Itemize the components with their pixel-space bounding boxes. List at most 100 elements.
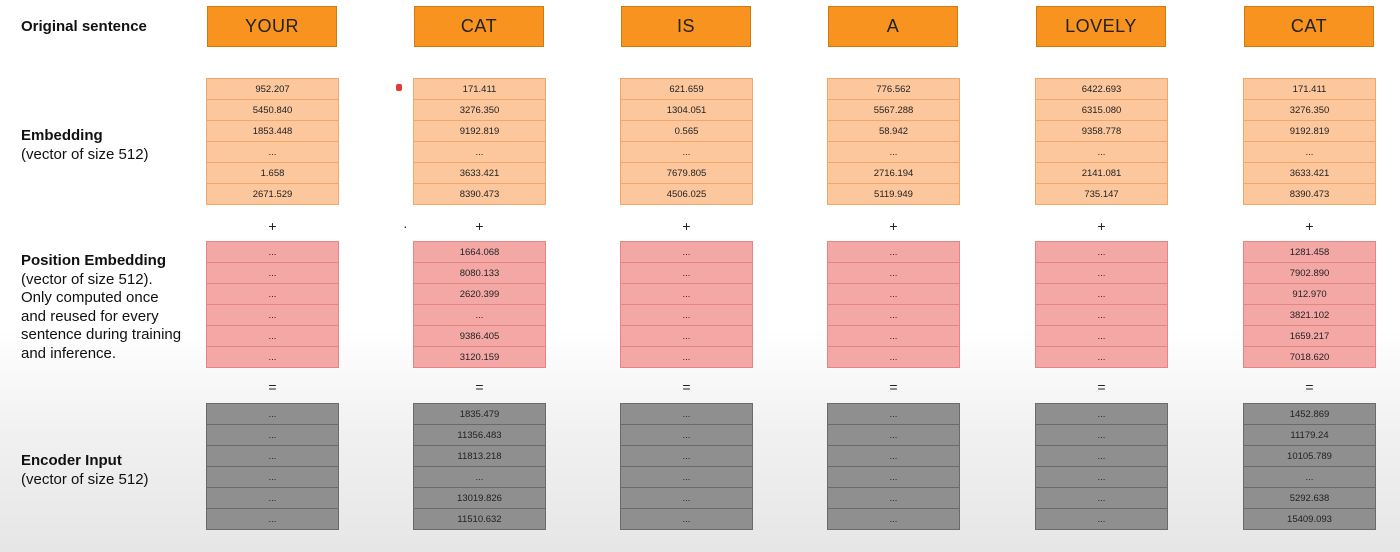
- embedding-cell: 7679.805: [620, 162, 753, 184]
- embedding-cell: ...: [206, 141, 339, 163]
- equals-operator: =: [1097, 379, 1106, 395]
- encoder-cell: 11179.24: [1243, 424, 1376, 446]
- encoder-cell: ...: [620, 445, 753, 467]
- embedding-cell: 1304.051: [620, 99, 753, 121]
- label-embedding-title: Embedding: [21, 127, 103, 144]
- position-vector: ..................: [620, 241, 753, 368]
- position-cell: 912.970: [1243, 283, 1376, 305]
- encoder-cell: ...: [206, 403, 339, 425]
- word-token-box: IS: [621, 6, 751, 47]
- embedding-cell: 3276.350: [413, 99, 546, 121]
- position-cell: ...: [620, 304, 753, 326]
- embedding-cell: 3633.421: [413, 162, 546, 184]
- label-embedding: Embedding (vector of size 512): [21, 127, 149, 164]
- embedding-cell: 1.658: [206, 162, 339, 184]
- embedding-cell: 6315.080: [1035, 99, 1168, 121]
- position-cell: 2620.399: [413, 283, 546, 305]
- embedding-cell: 171.411: [1243, 78, 1376, 100]
- encoder-cell: ...: [620, 424, 753, 446]
- encoder-cell: ...: [206, 424, 339, 446]
- position-cell: ...: [1035, 304, 1168, 326]
- position-cell: ...: [827, 241, 960, 263]
- word-token-box: A: [828, 6, 958, 47]
- label-encoder-subtitle: (vector of size 512): [21, 470, 149, 488]
- position-cell: ...: [1035, 325, 1168, 347]
- position-cell: ...: [620, 325, 753, 347]
- position-vector: ..................: [206, 241, 339, 368]
- position-cell: ...: [206, 325, 339, 347]
- embedding-cell: 5567.288: [827, 99, 960, 121]
- encoder-cell: ...: [1035, 487, 1168, 509]
- embedding-cell: ...: [1243, 141, 1376, 163]
- embedding-cell: 2671.529: [206, 183, 339, 205]
- embedding-vector: 776.562 5567.288 58.942... 2716.194 5119.949: [827, 78, 960, 205]
- word-token-box: CAT: [1244, 6, 1374, 47]
- equals-operator: =: [889, 379, 898, 395]
- encoder-cell: ...: [206, 487, 339, 509]
- position-vector: 1664.068 8080.133 2620.399... 9386.405 3120.…: [413, 241, 546, 368]
- position-cell: ...: [1035, 262, 1168, 284]
- equals-operator: =: [1305, 379, 1314, 395]
- embedding-cell: 735.147: [1035, 183, 1168, 205]
- position-cell: ...: [1035, 241, 1168, 263]
- embedding-cell: 2716.194: [827, 162, 960, 184]
- embedding-cell: 4506.025: [620, 183, 753, 205]
- position-vector: ..................: [827, 241, 960, 368]
- position-cell: ...: [620, 346, 753, 368]
- encoder-cell: ...: [620, 487, 753, 509]
- plus-operator: +: [889, 218, 898, 234]
- plus-operator: +: [682, 218, 691, 234]
- position-cell: 7018.620: [1243, 346, 1376, 368]
- label-position-embedding: Position Embedding (vector of size 512).…: [21, 252, 186, 363]
- position-cell: 8080.133: [413, 262, 546, 284]
- encoder-cell: ...: [1035, 424, 1168, 446]
- encoder-cell: 5292.638: [1243, 487, 1376, 509]
- embedding-cell: 3276.350: [1243, 99, 1376, 121]
- label-encoder-title: Encoder Input: [21, 452, 122, 469]
- encoder-cell: 15409.093: [1243, 508, 1376, 530]
- embedding-vector: 6422.693 6315.080 9358.778... 2141.081 735.1…: [1035, 78, 1168, 205]
- embedding-cell: ...: [1035, 141, 1168, 163]
- embedding-cell: 5450.840: [206, 99, 339, 121]
- equals-operator: =: [268, 379, 277, 395]
- position-cell: ...: [827, 262, 960, 284]
- position-cell: ...: [206, 262, 339, 284]
- embedding-cell: 5119.949: [827, 183, 960, 205]
- encoder-cell: ...: [1243, 466, 1376, 488]
- position-cell: ...: [827, 346, 960, 368]
- encoder-cell: ...: [827, 424, 960, 446]
- embedding-cell: 8390.473: [413, 183, 546, 205]
- encoder-cell: 11510.632: [413, 508, 546, 530]
- label-embedding-subtitle: (vector of size 512): [21, 145, 149, 163]
- position-cell: 3120.159: [413, 346, 546, 368]
- embedding-cell: 9192.819: [1243, 120, 1376, 142]
- embedding-cell: 9192.819: [413, 120, 546, 142]
- position-cell: ...: [206, 283, 339, 305]
- position-cell: ...: [827, 325, 960, 347]
- position-cell: ...: [1035, 346, 1168, 368]
- embedding-cell: 621.659: [620, 78, 753, 100]
- encoder-vector: ..................: [206, 403, 339, 530]
- label-original-sentence-title: Original sentence: [21, 18, 147, 35]
- position-cell: 7902.890: [1243, 262, 1376, 284]
- position-vector: 1281.458 7902.890 912.970 3821.102 1659.217 7…: [1243, 241, 1376, 368]
- encoder-cell: ...: [206, 466, 339, 488]
- equals-operator: =: [475, 379, 484, 395]
- encoder-vector: 1452.869 11179.24 10105.789... 5292.638 1540…: [1243, 403, 1376, 530]
- position-cell: ...: [1035, 283, 1168, 305]
- encoder-vector: ..................: [1035, 403, 1168, 530]
- label-original-sentence: Original sentence: [21, 18, 147, 37]
- word-token-box: LOVELY: [1036, 6, 1166, 47]
- plus-operator: +: [475, 218, 484, 234]
- encoder-cell: 10105.789: [1243, 445, 1376, 467]
- encoder-cell: ...: [620, 466, 753, 488]
- label-position-subtitle: (vector of size 512). Only computed once…: [21, 270, 182, 362]
- embedding-cell: 2141.081: [1035, 162, 1168, 184]
- embedding-vector: 171.411 3276.350 9192.819... 3633.421 8390.4…: [1243, 78, 1376, 205]
- embedding-cell: 1853.448: [206, 120, 339, 142]
- encoder-vector: ..................: [620, 403, 753, 530]
- embedding-cell: 3633.421: [1243, 162, 1376, 184]
- plus-operator: +: [1097, 218, 1106, 234]
- encoder-cell: ...: [827, 466, 960, 488]
- embedding-cell: 8390.473: [1243, 183, 1376, 205]
